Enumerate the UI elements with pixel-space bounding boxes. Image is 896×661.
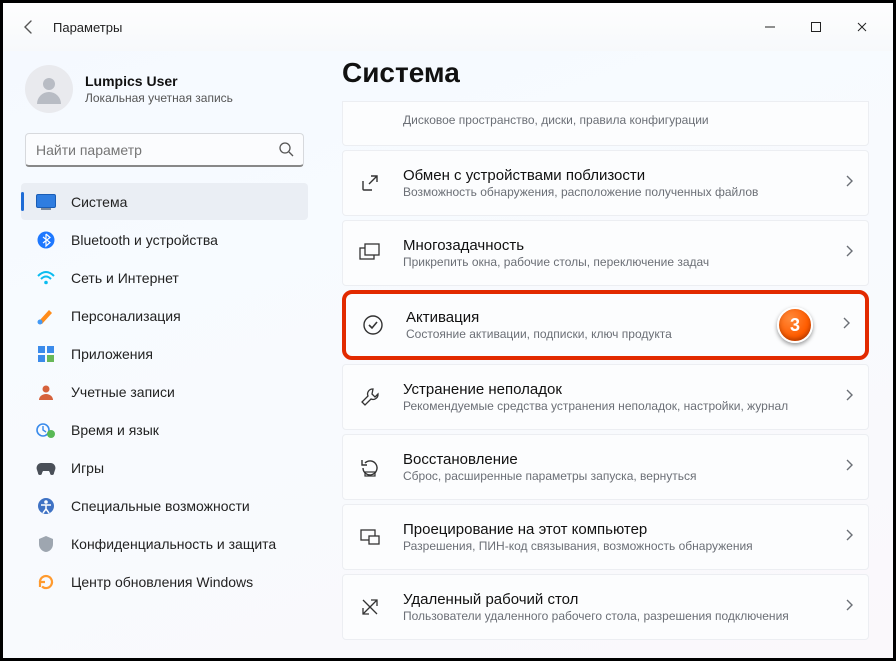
share-icon <box>357 170 383 196</box>
card-projecting[interactable]: Проецирование на этот компьютер Разрешен… <box>342 504 869 570</box>
nav-label: Центр обновления Windows <box>71 574 253 590</box>
card-multitasking[interactable]: Многозадачность Прикрепить окна, рабочие… <box>342 220 869 286</box>
nav-item-gaming[interactable]: Игры <box>21 449 308 486</box>
card-title: Проецирование на этот компьютер <box>403 521 834 538</box>
nav-label: Учетные записи <box>71 384 175 400</box>
nav-label: Конфиденциальность и защита <box>71 536 276 552</box>
nav-item-time-language[interactable]: Время и язык <box>21 411 308 448</box>
nav-label: Персонализация <box>71 308 181 324</box>
card-sub: Возможность обнаружения, расположение по… <box>403 185 834 199</box>
card-nearby-sharing[interactable]: Обмен с устройствами поблизости Возможно… <box>342 150 869 216</box>
brush-icon <box>35 305 57 327</box>
remote-icon <box>357 594 383 620</box>
search-icon <box>278 141 294 162</box>
storage-icon <box>357 106 383 132</box>
card-title: Активация <box>406 309 747 326</box>
nav-label: Приложения <box>71 346 153 362</box>
page-title: Система <box>342 57 869 89</box>
update-icon <box>35 571 57 593</box>
card-title: Восстановление <box>403 451 834 468</box>
nav-item-accessibility[interactable]: Специальные возможности <box>21 487 308 524</box>
cards-list: Дисковое пространство, диски, правила ко… <box>342 101 869 640</box>
nav-label: Bluetooth и устройства <box>71 232 218 248</box>
window-title: Параметры <box>53 20 122 35</box>
back-button[interactable] <box>11 9 47 45</box>
callout-badge: 3 <box>777 307 813 343</box>
window-controls <box>747 11 885 43</box>
card-title: Многозадачность <box>403 237 834 254</box>
title-bar: Параметры <box>3 3 893 51</box>
chevron-right-icon <box>844 388 854 407</box>
sidebar: Lumpics User Локальная учетная запись Си… <box>3 51 318 658</box>
nav-item-accounts[interactable]: Учетные записи <box>21 373 308 410</box>
card-sub: Дисковое пространство, диски, правила ко… <box>403 113 844 127</box>
check-circle-icon <box>360 312 386 338</box>
nav-label: Время и язык <box>71 422 159 438</box>
user-subtitle: Локальная учетная запись <box>85 91 233 105</box>
close-button[interactable] <box>839 11 885 43</box>
shield-icon <box>35 533 57 555</box>
chevron-right-icon <box>844 244 854 263</box>
card-title: Обмен с устройствами поблизости <box>403 167 834 184</box>
nav-item-network[interactable]: Сеть и Интернет <box>21 259 308 296</box>
multitask-icon <box>357 240 383 266</box>
nav-item-privacy[interactable]: Конфиденциальность и защита <box>21 525 308 562</box>
accessibility-icon <box>35 495 57 517</box>
nav-item-system[interactable]: Система <box>21 183 308 220</box>
chevron-right-icon <box>844 174 854 193</box>
card-sub: Сброс, расширенные параметры запуска, ве… <box>403 469 834 483</box>
card-storage[interactable]: Дисковое пространство, диски, правила ко… <box>342 101 869 146</box>
card-activation[interactable]: Активация Состояние активации, подписки,… <box>342 290 869 360</box>
apps-icon <box>35 343 57 365</box>
recovery-icon <box>357 454 383 480</box>
nav-item-personalization[interactable]: Персонализация <box>21 297 308 334</box>
card-remote-desktop[interactable]: Удаленный рабочий стол Пользователи удал… <box>342 574 869 640</box>
card-title: Удаленный рабочий стол <box>403 591 834 608</box>
card-sub: Прикрепить окна, рабочие столы, переключ… <box>403 255 834 269</box>
card-sub: Состояние активации, подписки, ключ прод… <box>406 327 747 341</box>
nav-label: Система <box>71 194 127 210</box>
user-block[interactable]: Lumpics User Локальная учетная запись <box>25 65 308 113</box>
nav-label: Сеть и Интернет <box>71 270 179 286</box>
person-icon <box>35 381 57 403</box>
card-sub: Рекомендуемые средства устранения непола… <box>403 399 834 413</box>
card-recovery[interactable]: Восстановление Сброс, расширенные параме… <box>342 434 869 500</box>
card-sub: Пользователи удаленного рабочего стола, … <box>403 609 834 623</box>
search-box <box>25 133 304 167</box>
search-input[interactable] <box>25 133 304 167</box>
clock-globe-icon <box>35 419 57 441</box>
content-area: Lumpics User Локальная учетная запись Си… <box>3 51 893 658</box>
nav-item-bluetooth[interactable]: Bluetooth и устройства <box>21 221 308 258</box>
nav-item-apps[interactable]: Приложения <box>21 335 308 372</box>
chevron-right-icon <box>841 316 851 335</box>
maximize-button[interactable] <box>793 11 839 43</box>
bluetooth-icon <box>35 229 57 251</box>
gaming-icon <box>35 457 57 479</box>
project-icon <box>357 524 383 550</box>
nav-item-windows-update[interactable]: Центр обновления Windows <box>21 563 308 600</box>
avatar <box>25 65 73 113</box>
card-sub: Разрешения, ПИН-код связывания, возможно… <box>403 539 834 553</box>
nav-label: Игры <box>71 460 104 476</box>
nav-list: Система Bluetooth и устройства Сеть и Ин… <box>21 183 308 601</box>
wifi-icon <box>35 267 57 289</box>
chevron-right-icon <box>844 458 854 477</box>
chevron-right-icon <box>844 528 854 547</box>
main-panel: Система Дисковое пространство, диски, пр… <box>318 51 893 658</box>
card-title: Устранение неполадок <box>403 381 834 398</box>
wrench-icon <box>357 384 383 410</box>
card-troubleshoot[interactable]: Устранение неполадок Рекомендуемые средс… <box>342 364 869 430</box>
chevron-right-icon <box>844 598 854 617</box>
nav-label: Специальные возможности <box>71 498 250 514</box>
minimize-button[interactable] <box>747 11 793 43</box>
system-icon <box>35 191 57 213</box>
user-name: Lumpics User <box>85 73 233 89</box>
